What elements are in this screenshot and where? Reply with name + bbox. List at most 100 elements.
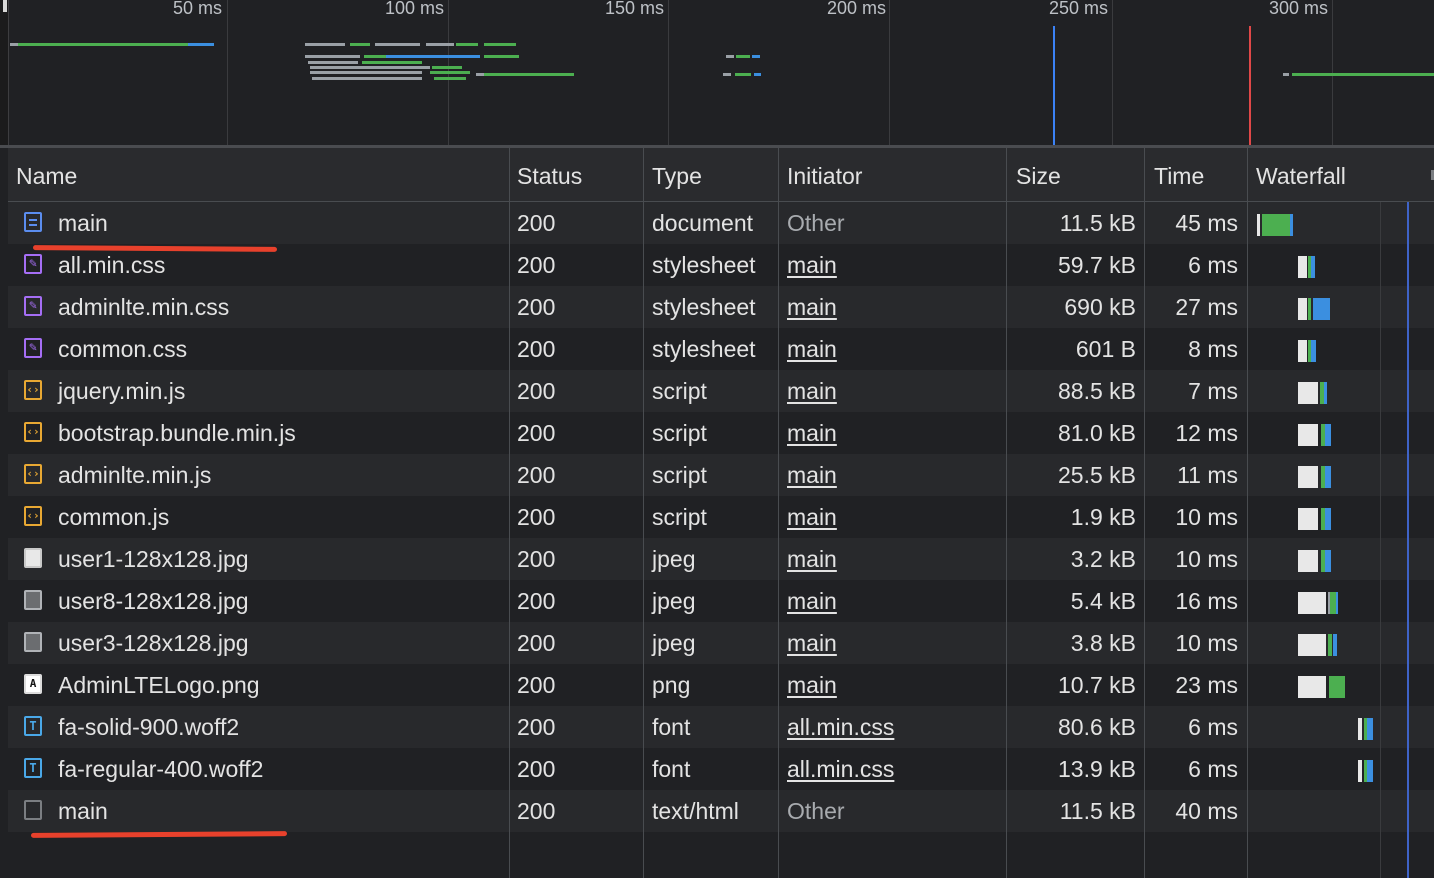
column-divider[interactable] <box>643 148 644 878</box>
waterfall-bar <box>1358 718 1362 740</box>
overview-range-handle[interactable] <box>3 0 7 12</box>
row-name[interactable]: AdminLTELogo.png <box>58 664 260 706</box>
row-initiator[interactable]: main <box>787 328 837 370</box>
waterfall-bar <box>1324 382 1327 404</box>
row-type: jpeg <box>652 630 696 656</box>
row-name[interactable]: user1-128x128.jpg <box>58 538 249 580</box>
column-header-time[interactable]: Time <box>1154 148 1204 202</box>
network-request-table: main 200 document Other 11.5 kB 45 ms ✎ all.min… <box>8 148 1434 878</box>
waterfall-bar <box>1298 676 1326 698</box>
row-status: 200 <box>517 294 556 320</box>
column-header-type[interactable]: Type <box>652 148 702 202</box>
row-time: 11 ms <box>1177 462 1238 488</box>
row-time: 10 ms <box>1175 504 1238 530</box>
waterfall-bar <box>1298 382 1318 404</box>
column-header-status[interactable]: Status <box>517 148 582 202</box>
row-status: 200 <box>517 504 556 530</box>
column-divider[interactable] <box>778 148 779 878</box>
row-initiator[interactable]: main <box>787 580 837 622</box>
waterfall-bar <box>1329 676 1341 698</box>
image-thumbnail-icon <box>24 632 42 652</box>
row-size: 11.5 kB <box>1059 798 1136 824</box>
table-row[interactable]: ‹› adminlte.min.js 200 script main 25.5 kB 11 … <box>8 454 1434 496</box>
stylesheet-icon: ✎ <box>24 254 42 274</box>
row-initiator[interactable]: main <box>787 538 837 580</box>
row-initiator[interactable]: main <box>787 454 837 496</box>
row-type: script <box>652 462 707 488</box>
row-status: 200 <box>517 588 556 614</box>
overview-tick-label: 150 ms <box>604 0 664 18</box>
waterfall-bar <box>1341 676 1345 698</box>
row-size: 690 kB <box>1064 294 1136 320</box>
table-row[interactable]: ✎ common.css 200 stylesheet main 601 B 8 ms <box>8 328 1434 370</box>
row-name[interactable]: fa-regular-400.woff2 <box>58 748 263 790</box>
table-row[interactable]: ‹› jquery.min.js 200 script main 88.5 kB 7 ms <box>8 370 1434 412</box>
column-divider[interactable] <box>509 148 510 878</box>
overview-request-bar <box>736 55 750 58</box>
table-header: Name Status Type Initiator Size Time Wat… <box>8 148 1434 202</box>
waterfall-bar <box>1298 466 1318 488</box>
row-name[interactable]: common.js <box>58 496 169 538</box>
column-divider[interactable] <box>1006 148 1007 878</box>
row-type: document <box>652 210 754 236</box>
row-time: 23 ms <box>1175 672 1238 698</box>
waterfall-bar <box>1308 298 1311 320</box>
row-name[interactable]: fa-solid-900.woff2 <box>58 706 239 748</box>
table-row[interactable]: main 200 text/html Other 11.5 kB 40 ms <box>8 790 1434 832</box>
table-row[interactable]: user1-128x128.jpg 200 jpeg main 3.2 kB 10 ms <box>8 538 1434 580</box>
row-initiator[interactable]: main <box>787 664 837 706</box>
row-name[interactable]: jquery.min.js <box>58 370 185 412</box>
table-row[interactable]: ✎ adminlte.min.css 200 stylesheet main 690 kB… <box>8 286 1434 328</box>
row-name[interactable]: user8-128x128.jpg <box>58 580 249 622</box>
overview-request-bar <box>386 55 480 58</box>
row-initiator[interactable]: main <box>787 496 837 538</box>
table-row[interactable]: Tfa-regular-400.woff2 200 font all.min.css 1… <box>8 748 1434 790</box>
row-initiator[interactable]: main <box>787 244 837 286</box>
table-row[interactable]: user8-128x128.jpg 200 jpeg main 5.4 kB 16 ms <box>8 580 1434 622</box>
column-header-waterfall[interactable]: Waterfall <box>1256 148 1346 202</box>
load-event-line <box>1249 26 1251 147</box>
overview-gridline <box>1112 0 1113 147</box>
row-initiator: Other <box>787 798 845 824</box>
row-name[interactable]: bootstrap.bundle.min.js <box>58 412 296 454</box>
overview-timeline[interactable]: 50 ms 100 ms 150 ms 200 ms 250 ms 300 ms <box>0 0 1434 147</box>
row-name[interactable]: main <box>58 790 108 832</box>
column-header-initiator[interactable]: Initiator <box>787 148 862 202</box>
row-initiator[interactable]: main <box>787 370 837 412</box>
row-type: jpeg <box>652 546 696 572</box>
column-divider[interactable] <box>1144 148 1145 878</box>
waterfall-dom-content-loaded-line <box>1407 202 1409 878</box>
row-initiator[interactable]: all.min.css <box>787 706 894 748</box>
table-row[interactable]: A AdminLTELogo.png 200 png main 10.7 kB 23 ms <box>8 664 1434 706</box>
row-initiator[interactable]: main <box>787 622 837 664</box>
row-initiator[interactable]: all.min.css <box>787 748 894 790</box>
row-name[interactable]: adminlte.min.js <box>58 454 211 496</box>
image-thumbnail-icon <box>24 548 42 568</box>
waterfall-bar <box>1313 298 1330 320</box>
row-name[interactable]: common.css <box>58 328 187 370</box>
table-row[interactable]: user3-128x128.jpg 200 jpeg main 3.8 kB 10 ms <box>8 622 1434 664</box>
column-divider[interactable] <box>1247 148 1248 878</box>
row-status: 200 <box>517 462 556 488</box>
row-name[interactable]: user3-128x128.jpg <box>58 622 249 664</box>
row-initiator[interactable]: main <box>787 286 837 328</box>
waterfall-bar <box>1298 424 1318 446</box>
column-header-name[interactable]: Name <box>16 148 77 202</box>
table-row[interactable]: Tfa-solid-900.woff2 200 font all.min.css 80.… <box>8 706 1434 748</box>
row-name[interactable]: adminlte.min.css <box>58 286 229 328</box>
overview-request-bar <box>752 55 760 58</box>
overview-request-bar <box>305 43 345 46</box>
row-name[interactable]: main <box>58 202 108 244</box>
waterfall-gridline <box>1380 202 1381 878</box>
table-row[interactable]: ‹› bootstrap.bundle.min.js 200 script main 81… <box>8 412 1434 454</box>
annotation-underline <box>30 831 288 838</box>
row-status: 200 <box>517 630 556 656</box>
waterfall-bar <box>1333 634 1337 656</box>
row-time: 6 ms <box>1188 252 1238 278</box>
table-row[interactable]: main 200 document Other 11.5 kB 45 ms <box>8 202 1434 244</box>
waterfall-bar <box>1298 256 1307 278</box>
column-header-size[interactable]: Size <box>1016 148 1061 202</box>
row-initiator[interactable]: main <box>787 412 837 454</box>
table-row[interactable]: ‹› common.js 200 script main 1.9 kB 10 ms <box>8 496 1434 538</box>
waterfall-bar <box>1367 718 1373 740</box>
